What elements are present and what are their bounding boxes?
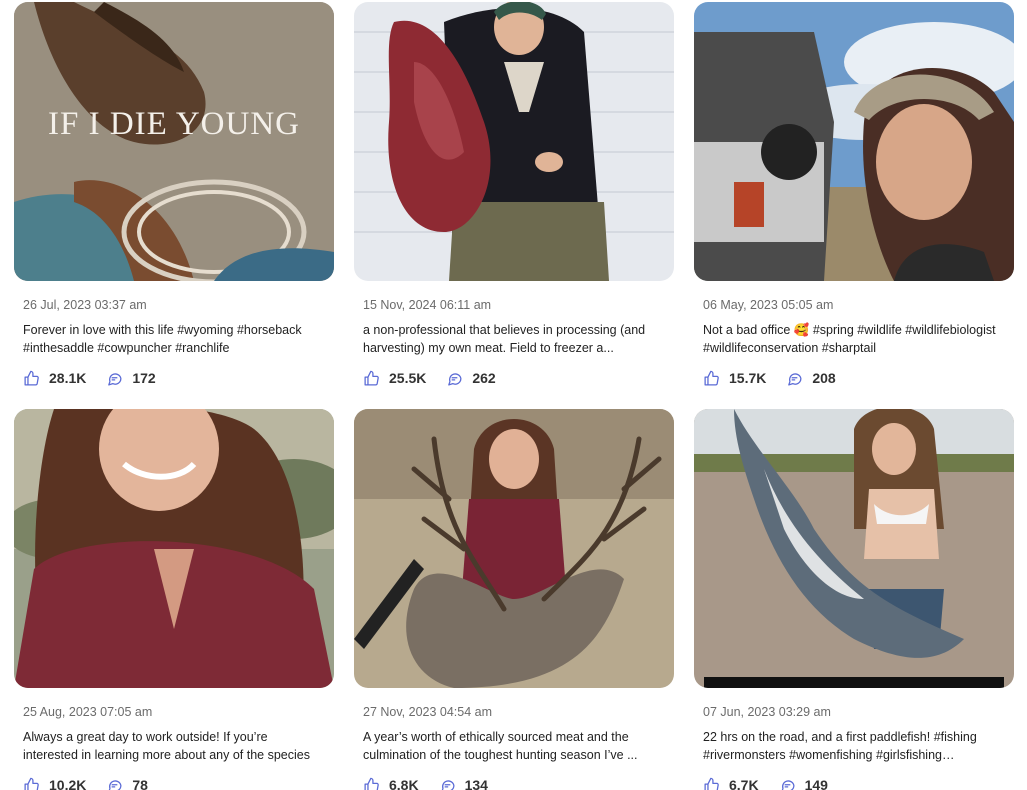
comments-count: 149 xyxy=(804,777,828,790)
thumbs-up-icon xyxy=(364,777,379,790)
post-caption: Forever in love with this life #wyoming … xyxy=(23,323,302,355)
likes-count: 25.5K xyxy=(389,370,427,386)
likes-stat: 10.2K xyxy=(23,777,86,790)
thumbs-up-icon xyxy=(364,370,379,386)
post-card[interactable]: 27 Nov, 2023 04:54 am A year’s worth of … xyxy=(354,409,674,790)
post-stats: 6.7K 149 xyxy=(703,776,1014,790)
thumbs-up-icon xyxy=(704,370,719,386)
post-caption: 22 hrs on the road, and a first paddlefi… xyxy=(703,730,977,762)
post-caption: a non-professional that believes in proc… xyxy=(363,323,646,355)
post-date: 07 Jun, 2023 03:29 am xyxy=(703,705,831,719)
post-card[interactable]: 06 May, 2023 05:05 am Not a bad office 🥰… xyxy=(694,2,1014,387)
comments-count: 208 xyxy=(812,370,836,386)
post-caption: A year’s worth of ethically sourced meat… xyxy=(363,730,638,762)
comment-icon xyxy=(108,779,122,790)
comment-icon xyxy=(788,372,802,386)
likes-count: 6.8K xyxy=(389,777,419,790)
likes-count: 28.1K xyxy=(49,370,87,386)
post-card[interactable]: 15 Nov, 2024 06:11 am a non-professional… xyxy=(354,2,674,387)
post-date: 15 Nov, 2024 06:11 am xyxy=(363,298,492,312)
likes-count: 10.2K xyxy=(49,777,87,790)
post-card[interactable]: IF I DIE YOUNG 26 Jul, 2023 03:37 am For… xyxy=(14,2,334,387)
post-caption: Not a bad office 🥰 #spring #wildlife #wi… xyxy=(703,323,996,355)
comments-stat: 172 xyxy=(106,370,156,387)
likes-stat: 28.1K xyxy=(23,370,86,387)
post-thumbnail[interactable] xyxy=(354,2,674,281)
post-stats: 25.5K 262 xyxy=(363,369,674,387)
likes-stat: 6.8K xyxy=(363,777,419,790)
post-stats: 6.8K 134 xyxy=(363,776,674,790)
comments-stat: 78 xyxy=(106,777,148,790)
post-thumbnail[interactable] xyxy=(694,409,1014,688)
comments-stat: 208 xyxy=(786,370,836,387)
post-stats: 28.1K 172 xyxy=(23,369,334,387)
thumbs-up-icon xyxy=(24,777,39,790)
comment-icon xyxy=(781,779,795,790)
post-stats: 10.2K 78 xyxy=(23,776,334,790)
comment-icon xyxy=(441,779,455,790)
comments-count: 134 xyxy=(464,777,488,790)
post-date: 25 Aug, 2023 07:05 am xyxy=(23,705,153,719)
overlay-text: IF I DIE YOUNG xyxy=(48,106,300,142)
comments-stat: 134 xyxy=(439,777,488,790)
likes-count: 15.7K xyxy=(729,370,767,386)
post-date: 27 Nov, 2023 04:54 am xyxy=(363,705,493,719)
likes-stat: 25.5K xyxy=(363,370,426,387)
post-thumbnail[interactable]: IF I DIE YOUNG xyxy=(14,2,334,281)
post-card[interactable]: 25 Aug, 2023 07:05 am Always a great day… xyxy=(14,409,334,790)
likes-stat: 6.7K xyxy=(703,777,759,790)
post-thumbnail[interactable] xyxy=(14,409,334,688)
post-thumbnail[interactable] xyxy=(354,409,674,688)
comment-icon xyxy=(108,372,122,386)
comments-count: 262 xyxy=(472,370,496,386)
post-date: 26 Jul, 2023 03:37 am xyxy=(23,298,147,312)
likes-count: 6.7K xyxy=(729,777,759,790)
comments-count: 78 xyxy=(132,777,148,790)
post-stats: 15.7K 208 xyxy=(703,369,1014,387)
post-caption: Always a great day to work outside! If y… xyxy=(23,730,310,762)
thumbs-up-icon xyxy=(704,777,719,790)
comments-stat: 262 xyxy=(446,370,496,387)
post-card[interactable]: 07 Jun, 2023 03:29 am 22 hrs on the road… xyxy=(694,409,1014,790)
likes-stat: 15.7K xyxy=(703,370,766,387)
post-thumbnail[interactable] xyxy=(694,2,1014,281)
comment-icon xyxy=(448,372,462,386)
thumbs-up-icon xyxy=(24,370,39,386)
post-date: 06 May, 2023 05:05 am xyxy=(703,298,834,312)
comments-count: 172 xyxy=(132,370,156,386)
comments-stat: 149 xyxy=(779,777,828,790)
